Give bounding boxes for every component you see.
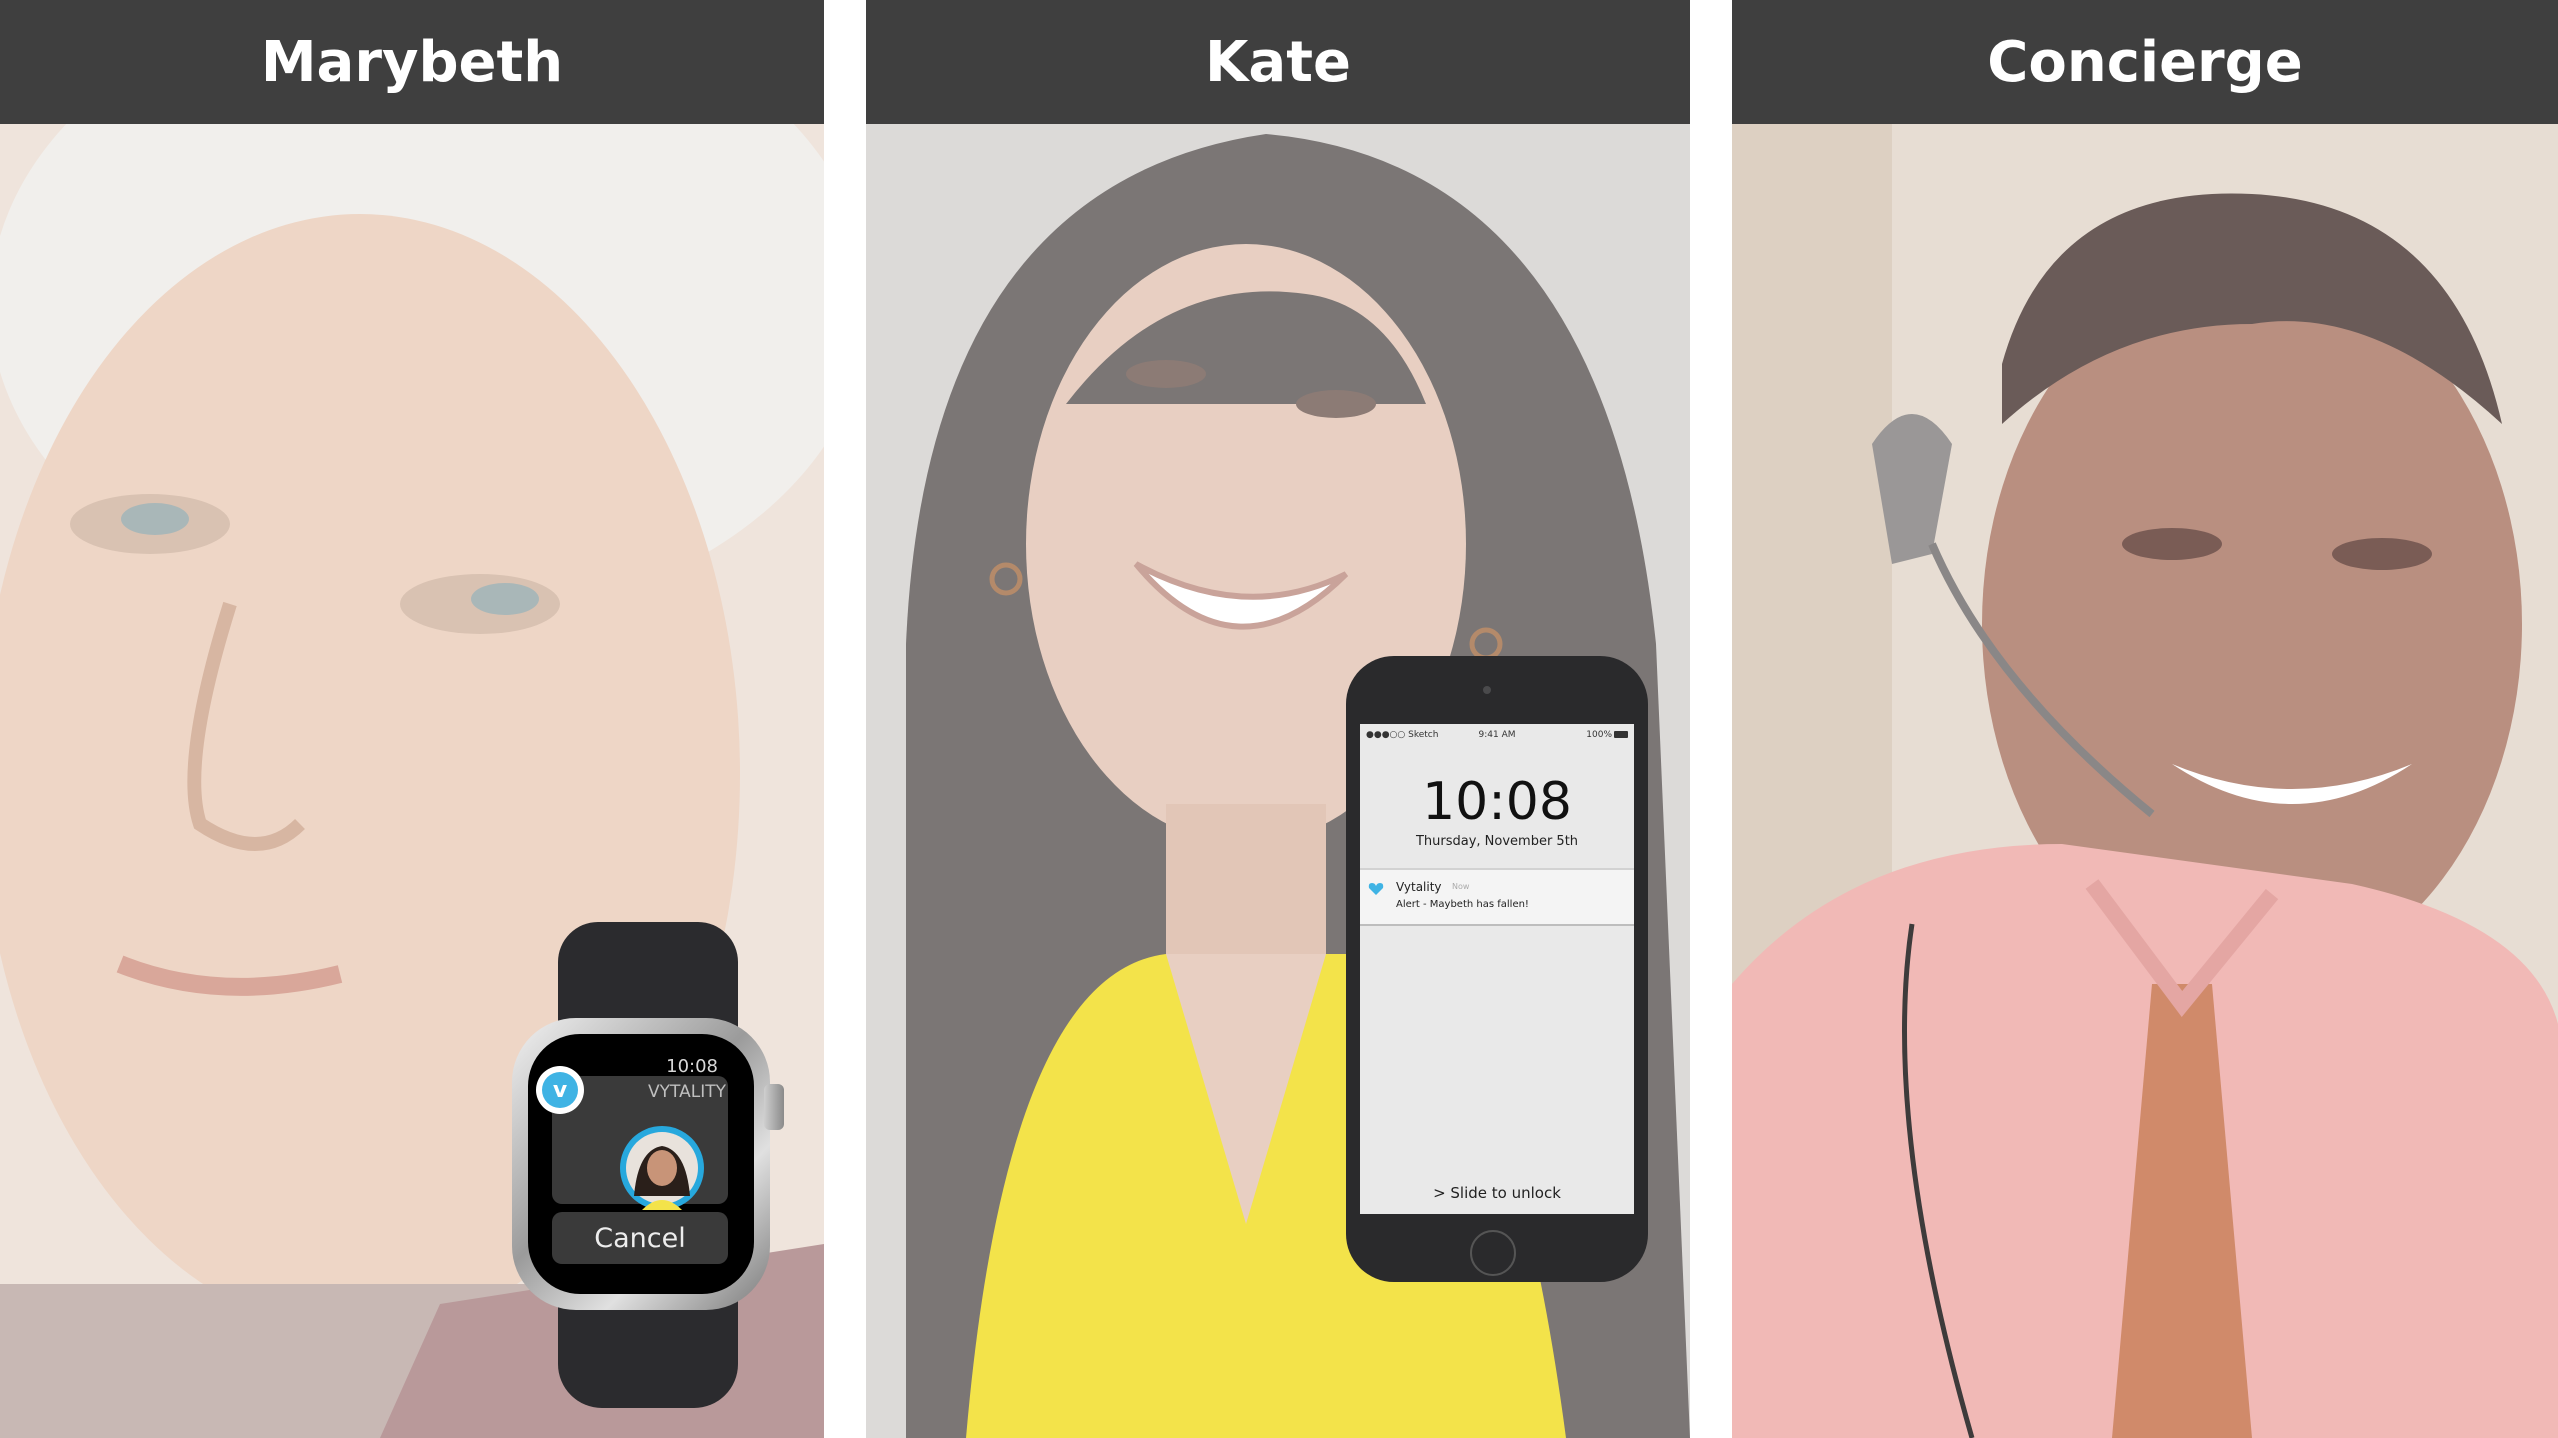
panel-marybeth: Marybeth 10:08 VYTALITY v Cancel [0,0,824,1438]
notification-message: Alert - Maybeth has fallen! [1396,899,1529,910]
watch-app-name: VYTALITY [648,1082,726,1102]
panel-concierge: Concierge [1732,0,2558,1438]
photo-concierge-man-illustration [1732,124,2558,1438]
phone-speaker [1483,686,1491,694]
notification-time: Now [1452,882,1470,891]
notification-app: Vytality [1396,880,1442,894]
home-button[interactable] [1470,1230,1516,1276]
watch-crown[interactable] [764,1084,784,1130]
panel-kate: Kate ●●●○○ Sketch 9:41 AM 100% 10:08 Thu… [866,0,1690,1438]
status-bar: ●●●○○ Sketch 9:41 AM 100% [1360,730,1634,744]
smartphone: ●●●○○ Sketch 9:41 AM 100% 10:08 Thursday… [1346,656,1648,1282]
lock-time: 10:08 [1422,772,1572,832]
contact-avatar-image [626,1132,698,1210]
cancel-button[interactable]: Cancel [552,1212,728,1264]
notification-banner[interactable]: Vytality Now Alert - Maybeth has fallen! [1360,868,1634,926]
panel-header: Concierge [1732,0,2558,124]
panel-header: Marybeth [0,0,824,124]
watch-screen: 10:08 VYTALITY v Cancel [528,1034,754,1294]
battery-icon [1614,731,1628,738]
photo-concierge-man [1732,124,2558,1438]
slide-to-unlock[interactable]: > Slide to unlock [1360,1184,1634,1202]
phone-lock-screen: ●●●○○ Sketch 9:41 AM 100% 10:08 Thursday… [1360,724,1634,1214]
contact-avatar [620,1126,704,1210]
vytality-logo-icon: v [536,1066,584,1114]
battery-percent: 100% [1586,730,1612,740]
panel-title: Concierge [1987,29,2303,95]
lock-date: Thursday, November 5th [1415,834,1579,849]
panel-title: Kate [1205,29,1351,95]
watch-time: 10:08 [666,1056,718,1077]
panel-title: Marybeth [260,29,564,95]
smart-watch: 10:08 VYTALITY v Cancel [512,922,784,1408]
panel-header: Kate [866,0,1690,124]
vytality-heart-icon [1368,883,1384,895]
